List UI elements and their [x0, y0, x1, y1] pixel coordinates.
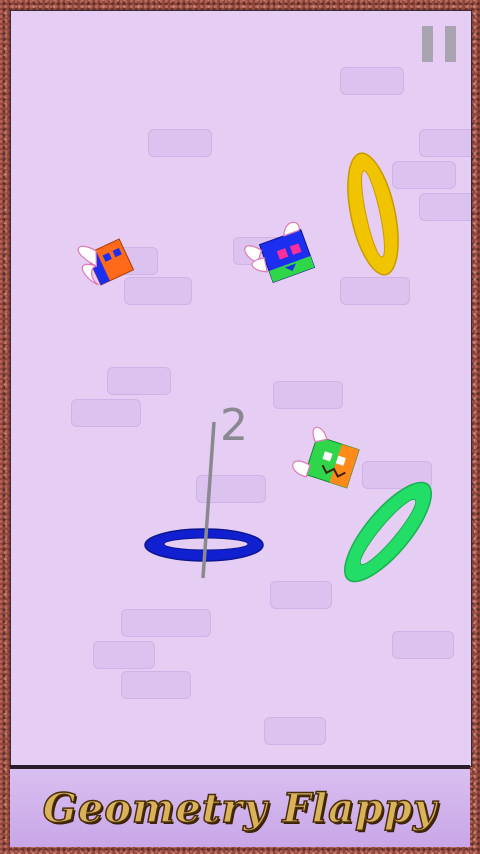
pause-icon [422, 26, 433, 62]
green-ring [343, 481, 433, 583]
score-counter: 2 [220, 400, 248, 451]
game-title: Geometry Flappy [42, 784, 438, 833]
pause-button[interactable] [422, 26, 456, 62]
pause-icon [445, 26, 456, 62]
orange-bird [77, 238, 135, 286]
green-bird [292, 426, 360, 489]
wing-icon [292, 460, 311, 478]
title-banner: Geometry Flappy [10, 765, 470, 847]
blue-bird [244, 221, 316, 283]
yellow-ring [347, 152, 399, 276]
